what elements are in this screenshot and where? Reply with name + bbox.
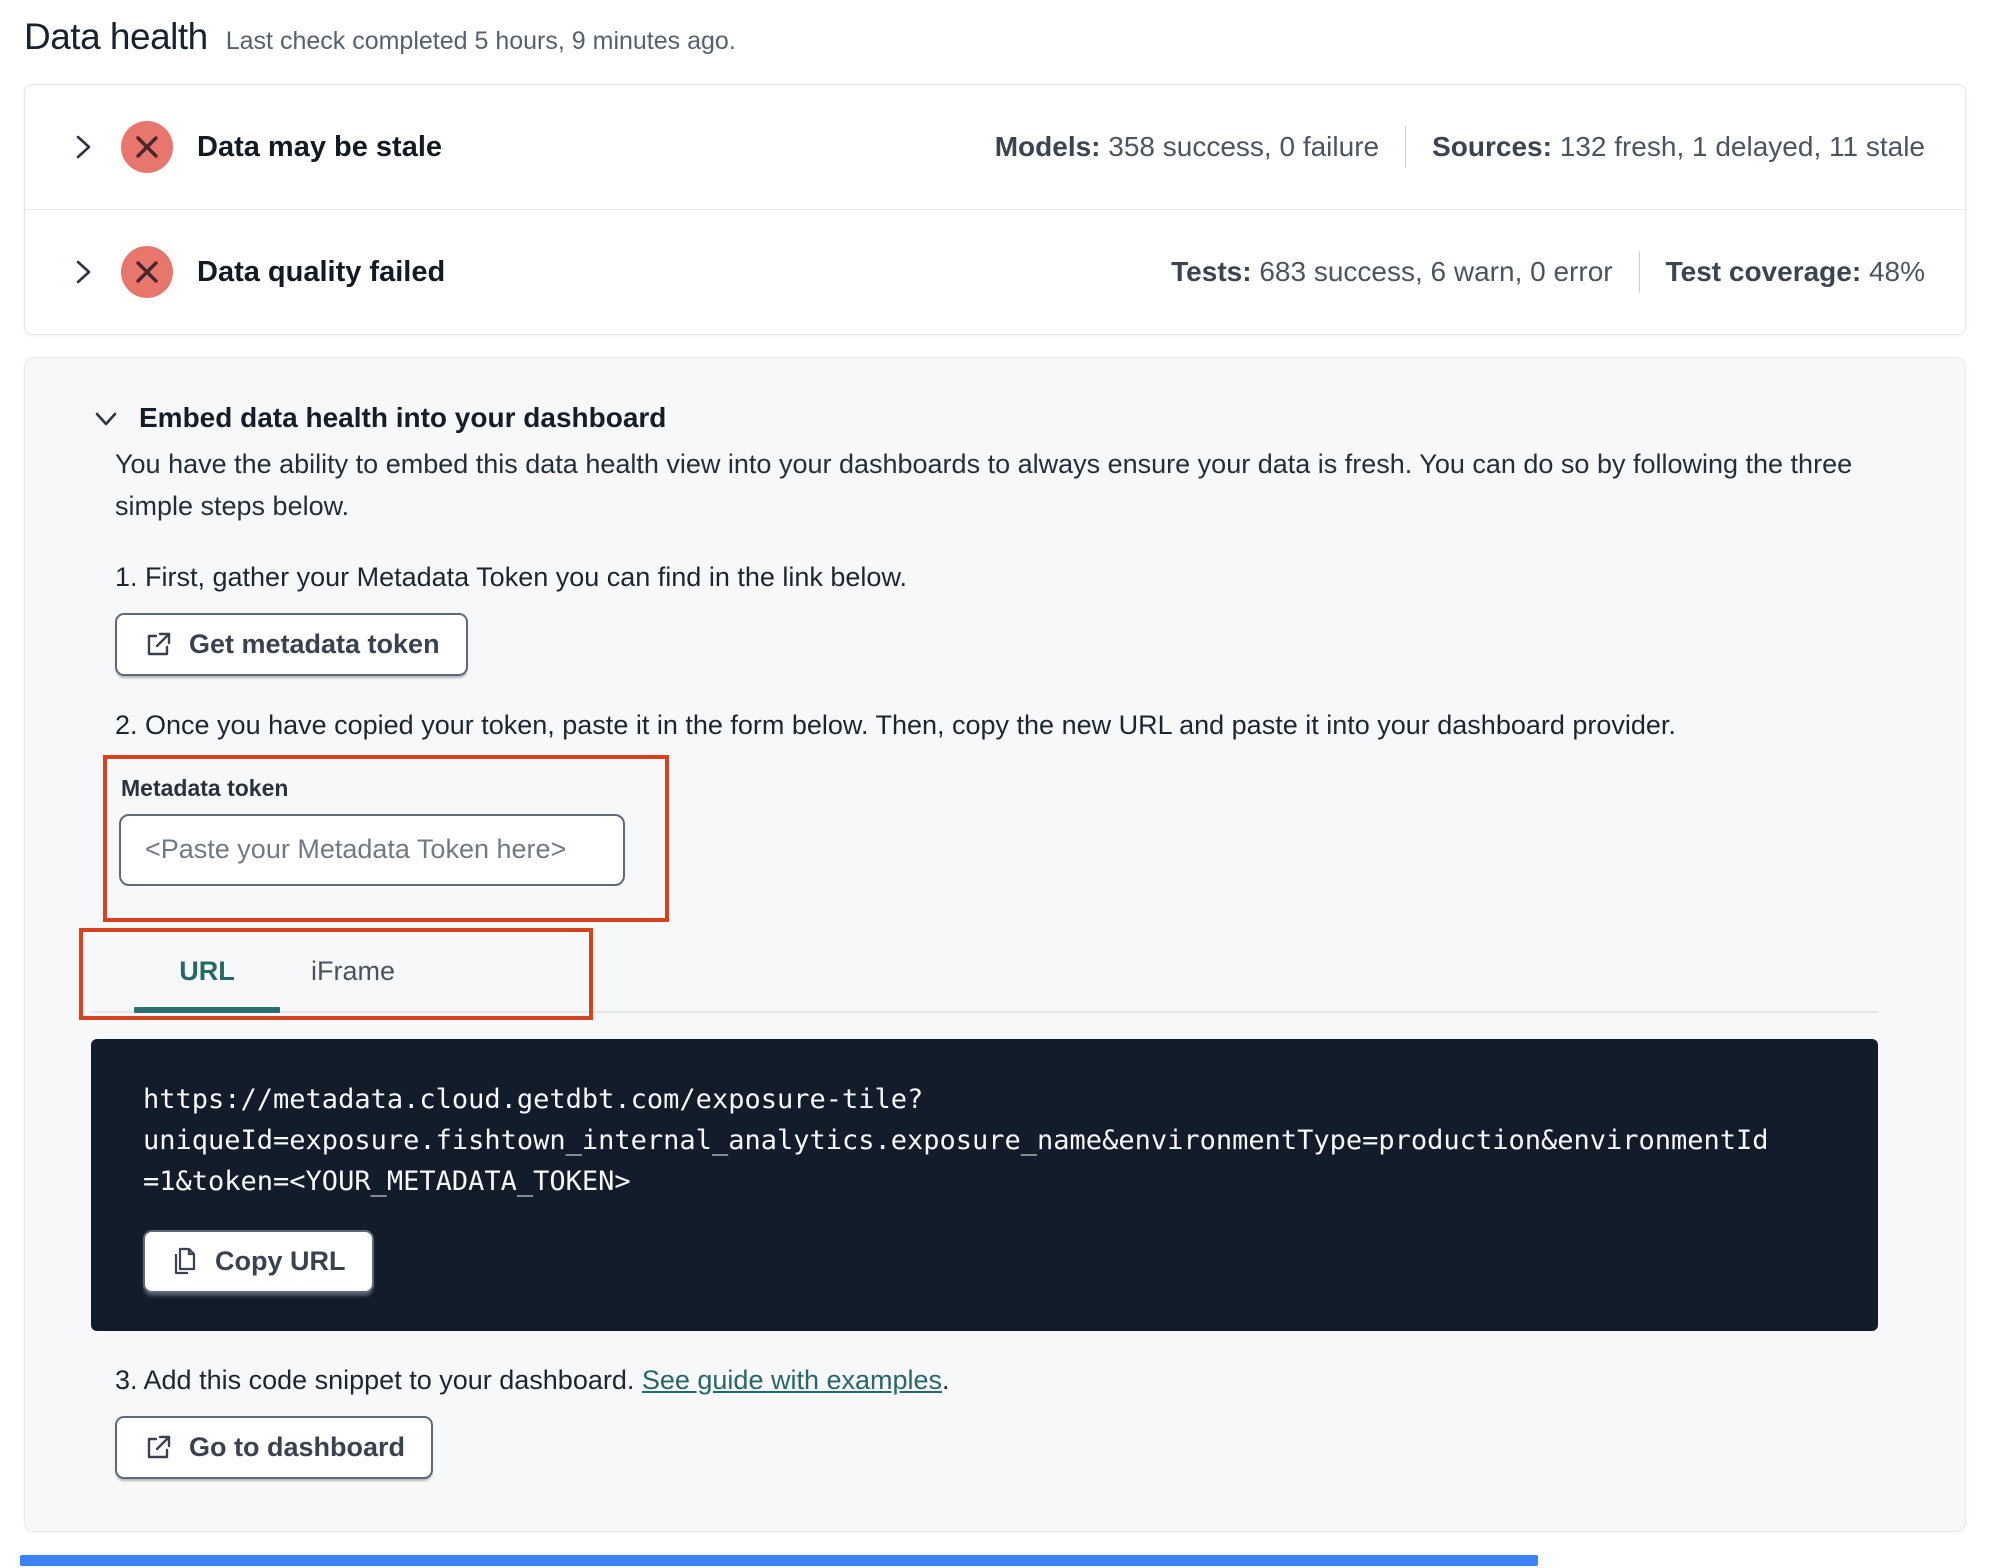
get-metadata-token-button[interactable]: Get metadata token — [115, 612, 468, 676]
last-check-status: Last check completed 5 hours, 9 minutes … — [225, 27, 736, 55]
metadata-token-input[interactable] — [119, 813, 625, 886]
chevron-right-icon[interactable] — [65, 129, 101, 165]
go-to-dashboard-button[interactable]: Go to dashboard — [115, 1415, 433, 1479]
tab-url[interactable]: URL — [134, 956, 280, 1013]
x-circle-icon — [121, 246, 173, 298]
stat-divider — [1405, 126, 1407, 168]
embed-heading: Embed data health into your dashboard — [139, 402, 667, 433]
step-3-prefix: 3. Add this code snippet to your dashboa… — [115, 1364, 642, 1395]
tests-stat-label: Tests: — [1171, 256, 1252, 287]
x-circle-icon — [121, 121, 173, 173]
status-row-stats: Tests: 683 success, 6 warn, 0 error Test… — [1171, 251, 1925, 293]
sources-stat-value: 132 fresh, 1 delayed, 11 stale — [1559, 131, 1925, 162]
tabbar: URL iFrame — [91, 932, 1878, 1013]
copy-url-button[interactable]: Copy URL — [143, 1229, 374, 1293]
chevron-right-icon[interactable] — [65, 254, 101, 290]
sources-stat-label: Sources: — [1432, 131, 1552, 162]
status-row-stale[interactable]: Data may be stale Models: 358 success, 0… — [25, 85, 1965, 209]
step-2-text: 2. Once you have copied your token, past… — [115, 709, 1676, 740]
step-1-text: 1. First, gather your Metadata Token you… — [115, 561, 907, 592]
tests-stat: Tests: 683 success, 6 warn, 0 error — [1171, 256, 1612, 288]
models-stat-value: 358 success, 0 failure — [1108, 131, 1380, 162]
tests-stat-value: 683 success, 6 warn, 0 error — [1259, 256, 1613, 287]
metadata-token-label: Metadata token — [121, 774, 289, 801]
status-row-title: Data may be stale — [197, 130, 443, 163]
chevron-down-icon[interactable] — [91, 403, 121, 433]
copy-icon — [171, 1246, 199, 1276]
embed-url-line: https://metadata.cloud.getdbt.com/exposu… — [143, 1083, 924, 1115]
stat-divider — [1638, 251, 1640, 293]
external-link-icon — [143, 1432, 173, 1462]
step-3-suffix: . — [942, 1364, 950, 1395]
bottom-blue-bar — [20, 1555, 1538, 1566]
external-link-icon — [143, 629, 173, 659]
embed-url-line: uniqueId=exposure.fishtown_internal_anal… — [143, 1124, 1769, 1156]
test-coverage-stat-label: Test coverage: — [1665, 256, 1862, 287]
test-coverage-stat: Test coverage: 48% — [1666, 256, 1925, 288]
page-header: Data health Last check completed 5 hours… — [0, 0, 1990, 78]
sources-stat: Sources: 132 fresh, 1 delayed, 11 stale — [1432, 131, 1925, 163]
page-title: Data health — [24, 16, 208, 57]
get-metadata-token-label: Get metadata token — [189, 628, 440, 659]
see-guide-link[interactable]: See guide with examples — [642, 1365, 942, 1395]
go-to-dashboard-label: Go to dashboard — [189, 1431, 405, 1462]
status-row-stats: Models: 358 success, 0 failure Sources: … — [995, 126, 1925, 168]
embed-url-code-block: https://metadata.cloud.getdbt.com/exposu… — [91, 1038, 1878, 1331]
models-stat: Models: 358 success, 0 failure — [995, 131, 1379, 163]
tab-iframe[interactable]: iFrame — [280, 956, 426, 1011]
embed-url-line: =1&token=<YOUR_METADATA_TOKEN> — [143, 1165, 631, 1197]
status-row-quality[interactable]: Data quality failed Tests: 683 success, … — [25, 209, 1965, 334]
embed-heading-row[interactable]: Embed data health into your dashboard — [91, 402, 1899, 434]
token-annotation-box: Metadata token — [103, 754, 669, 922]
embed-description: You have the ability to embed this data … — [115, 449, 1853, 521]
step-3-text: 3. Add this code snippet to your dashboa… — [115, 1365, 1899, 1396]
status-row-title: Data quality failed — [197, 255, 446, 288]
test-coverage-stat-value: 48% — [1868, 256, 1925, 287]
models-stat-label: Models: — [994, 131, 1101, 162]
output-tabs: URL iFrame — [79, 927, 1899, 1020]
embed-section: Embed data health into your dashboard Yo… — [24, 357, 1966, 1532]
copy-url-label: Copy URL — [215, 1245, 346, 1276]
status-card: Data may be stale Models: 358 success, 0… — [24, 84, 1966, 335]
